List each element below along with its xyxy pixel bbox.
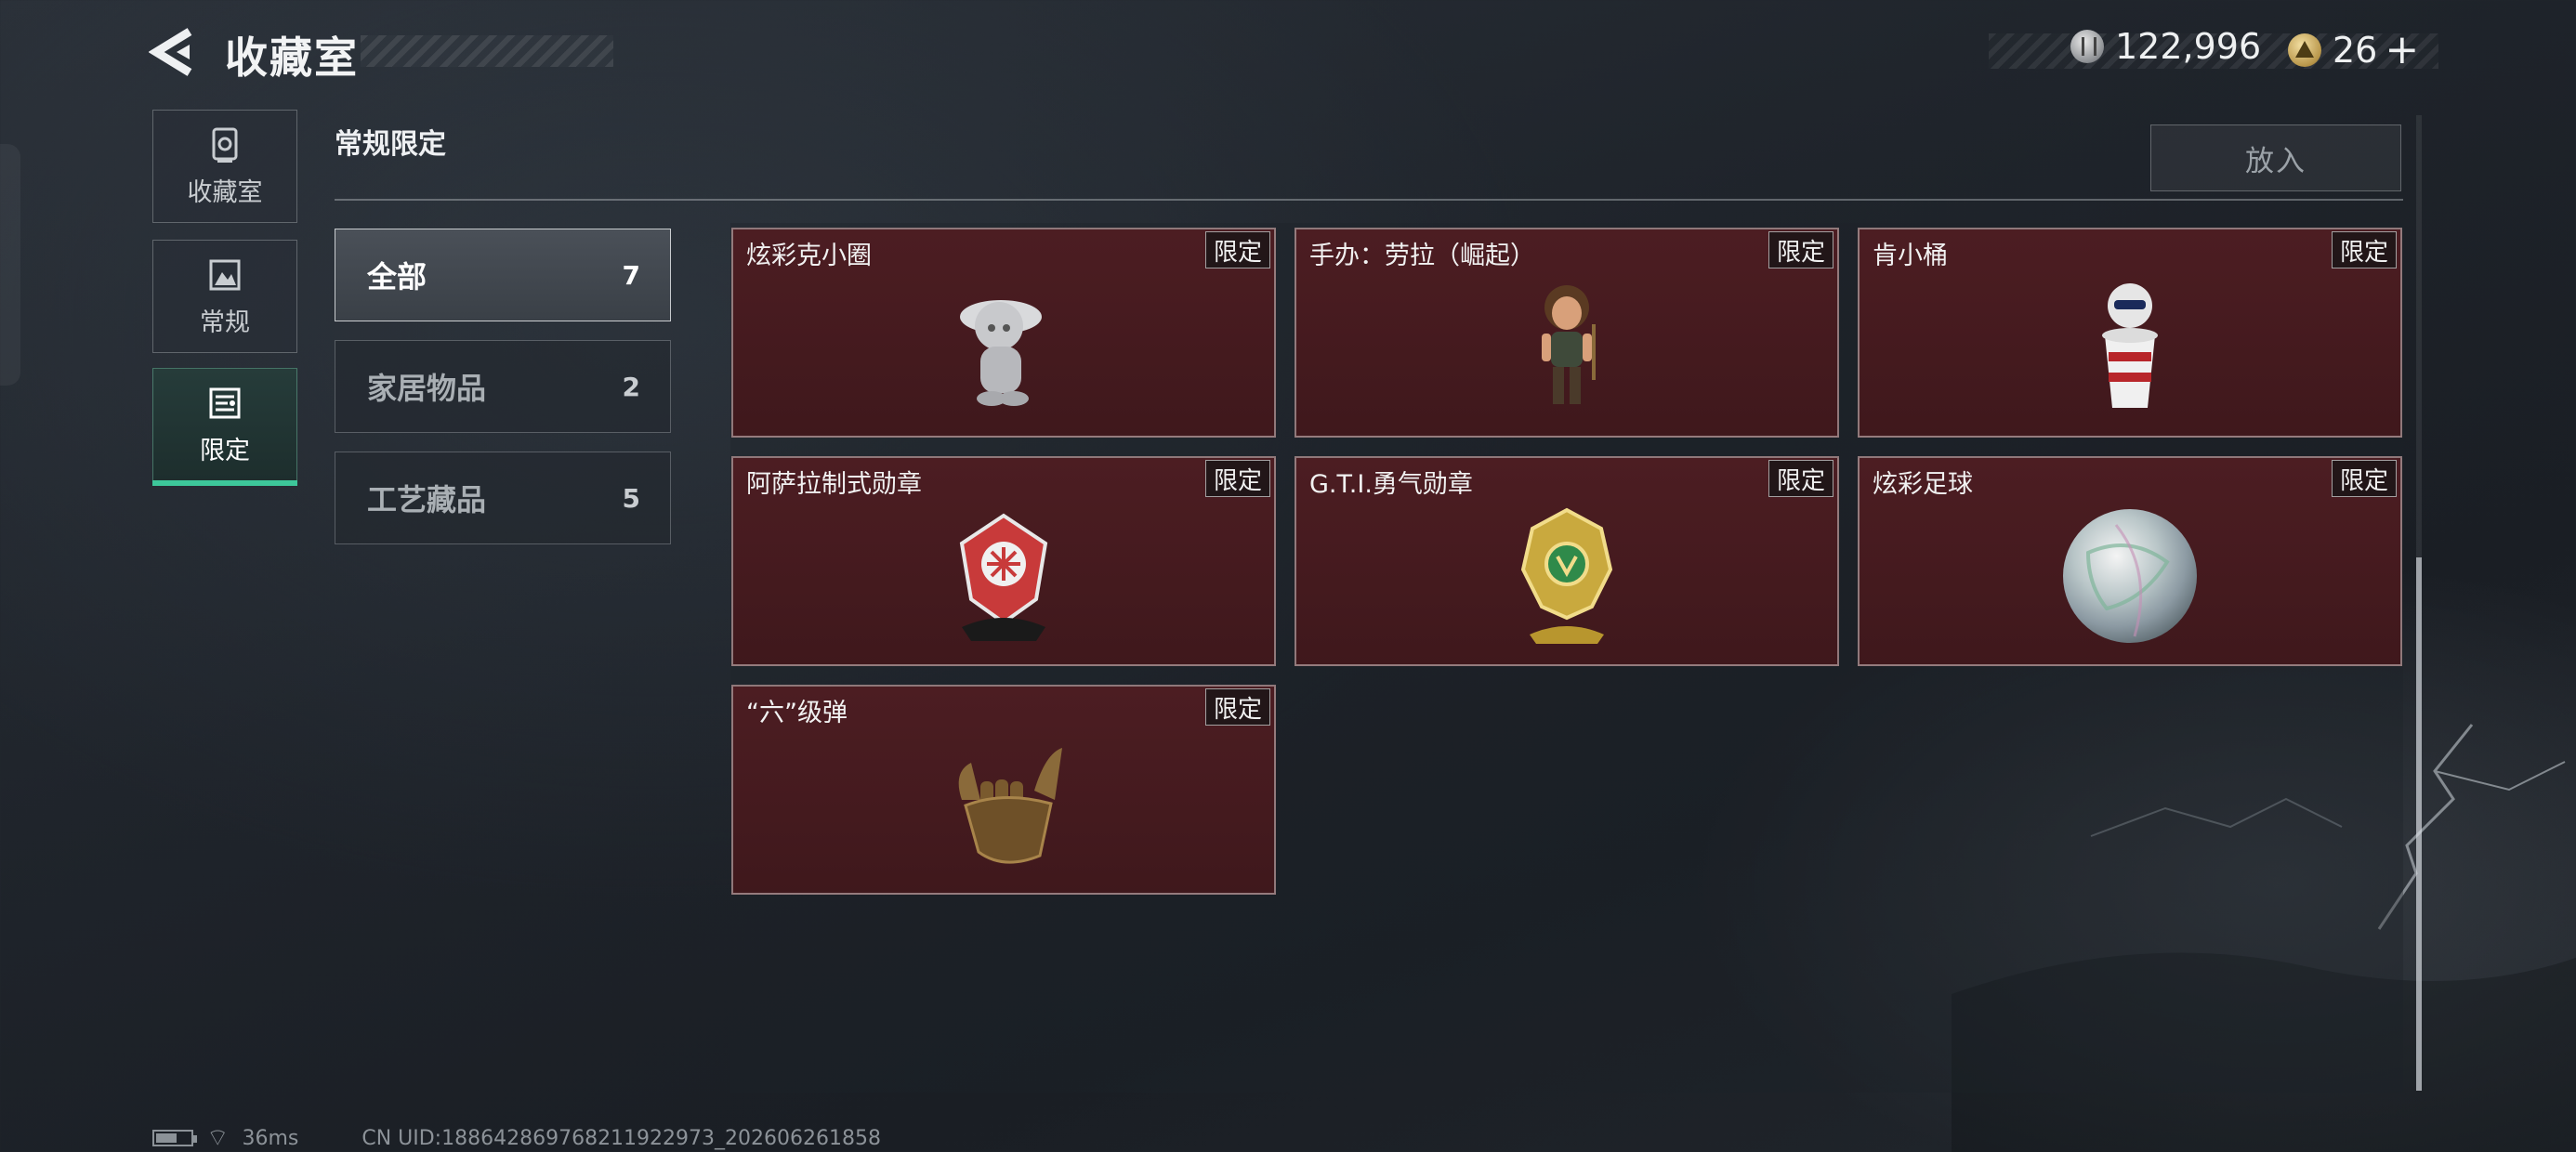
coin-amount: 122,996 (2115, 26, 2262, 67)
limited-badge: 限定 (2331, 231, 2397, 268)
item-card[interactable]: 肯小桶 限定 (1858, 228, 2402, 438)
limited-badge: 限定 (1768, 231, 1833, 268)
item-name: 手办：劳拉（崛起） (1309, 242, 1535, 270)
page-title: 收藏室 (225, 33, 359, 83)
section-title: 常规限定 (335, 128, 446, 161)
item-name: G.T.I.勇气勋章 (1309, 470, 1473, 499)
nav-label: 限定 (200, 436, 250, 465)
gold-token-icon (2288, 33, 2321, 67)
item-card[interactable]: 阿萨拉制式勋章 限定 (731, 456, 1276, 666)
nav-limited[interactable]: 限定 (152, 368, 297, 486)
category-label: 工艺藏品 (367, 482, 487, 517)
item-name: 炫彩克小圈 (746, 242, 872, 270)
top-header: 收藏室 122,996 26 + (0, 0, 2576, 102)
section-divider (335, 199, 2403, 201)
collection-icon (212, 127, 238, 163)
item-name: “六”级弹 (746, 699, 848, 727)
nav-label: 收藏室 (187, 177, 263, 207)
limited-badge: 限定 (1204, 460, 1270, 497)
category-home-items[interactable]: 家居物品 2 (335, 340, 671, 433)
nav-regular[interactable]: 常规 (152, 240, 297, 353)
item-name: 肯小桶 (1873, 242, 1948, 270)
nav-collection[interactable]: 收藏室 (152, 110, 297, 223)
red-medal-icon (959, 513, 1048, 641)
limited-badge: 限定 (1204, 231, 1270, 268)
gold-medal-icon (1520, 507, 1613, 644)
category-count: 2 (622, 371, 640, 402)
coin-balance[interactable]: 122,996 (2070, 26, 2261, 67)
category-label: 全部 (367, 259, 427, 295)
scrollbar-thumb[interactable] (2416, 557, 2422, 1091)
iridescent-ball-icon (2063, 509, 2197, 643)
silver-coin-icon (2070, 30, 2104, 63)
item-name: 阿萨拉制式勋章 (746, 470, 922, 499)
category-all[interactable]: 全部 7 (335, 229, 671, 321)
user-uid: CN UID:188642869768211922973_20260626185… (361, 1126, 882, 1150)
silver-figure-icon (960, 300, 1042, 406)
token-balance[interactable]: 26 + (2288, 26, 2419, 73)
limited-icon (209, 387, 241, 418)
category-count: 5 (622, 482, 640, 514)
category-crafts[interactable]: 工艺藏品 5 (335, 452, 671, 544)
item-card[interactable]: 炫彩克小圈 限定 (731, 228, 1276, 438)
regular-icon (209, 259, 241, 290)
limited-badge: 限定 (1768, 460, 1833, 497)
side-edge-tab (0, 144, 20, 386)
bucket-figure-icon (2102, 283, 2158, 408)
limited-badge: 限定 (2331, 460, 2397, 497)
wifi-icon: ⌔ (206, 1124, 230, 1152)
place-button[interactable]: 放入 (2150, 124, 2401, 191)
bronze-hand-icon (958, 748, 1062, 864)
title-decoration (361, 35, 613, 67)
item-card[interactable]: G.T.I.勇气勋章 限定 (1295, 456, 1839, 666)
item-card[interactable]: 炫彩足球 限定 (1858, 456, 2402, 666)
category-label: 家居物品 (367, 371, 487, 406)
ping-value: 36ms (242, 1126, 299, 1150)
add-token-icon[interactable]: + (2385, 26, 2419, 73)
battery-icon (152, 1130, 197, 1146)
nav-label: 常规 (200, 308, 250, 337)
item-card[interactable]: “六”级弹 限定 (731, 685, 1276, 895)
token-amount: 26 (2333, 29, 2378, 71)
limited-badge: 限定 (1204, 688, 1270, 726)
category-count: 7 (622, 259, 640, 291)
lara-figure-icon (1542, 285, 1596, 404)
back-arrow-icon[interactable] (149, 24, 204, 80)
status-footer: ⌔ 36ms CN UID:188642869768211922973_2026… (152, 1126, 881, 1150)
item-name: 炫彩足球 (1873, 470, 1973, 499)
item-card[interactable]: 手办：劳拉（崛起） 限定 (1295, 228, 1839, 438)
